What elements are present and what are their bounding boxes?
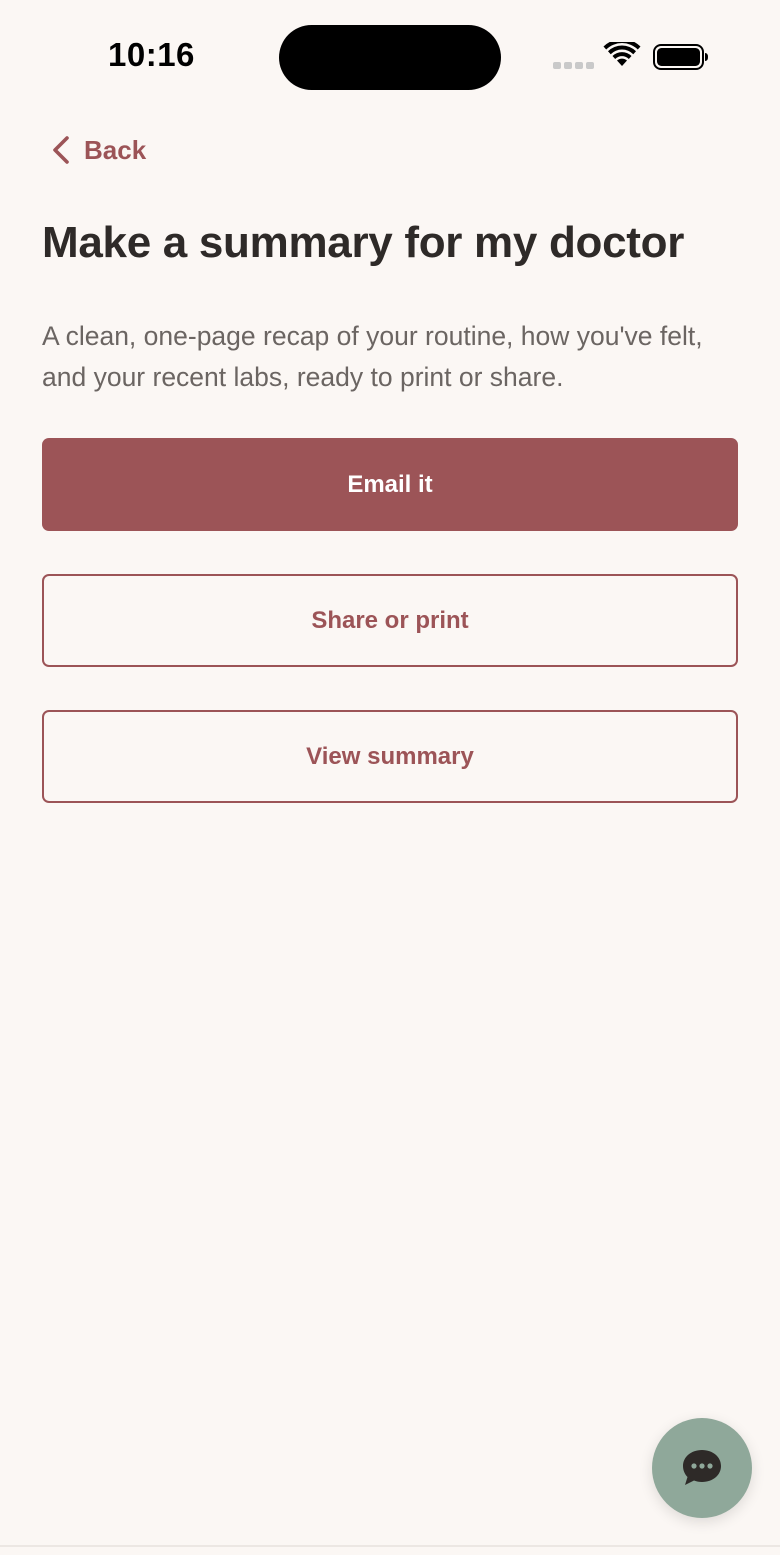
status-time: 10:16: [108, 36, 195, 73]
email-it-button[interactable]: Email it: [42, 438, 738, 531]
back-button[interactable]: Back: [50, 130, 146, 170]
share-or-print-button[interactable]: Share or print: [42, 574, 738, 667]
wifi-icon: [603, 42, 641, 66]
page-description: A clean, one-page recap of your routine,…: [42, 321, 703, 392]
status-bar: 10:16: [0, 0, 780, 110]
cellular-signal-icon: [553, 62, 594, 69]
page-title: Make a summary for my doctor: [42, 218, 685, 267]
bottom-divider: [0, 1545, 780, 1547]
chat-button[interactable]: [652, 1418, 752, 1518]
chat-bubble-icon: [683, 1450, 721, 1485]
view-summary-button[interactable]: View summary: [42, 710, 738, 803]
back-label: Back: [84, 134, 147, 165]
chevron-left-icon: [53, 136, 69, 164]
dynamic-island: [279, 25, 501, 90]
battery-icon: [653, 44, 708, 70]
